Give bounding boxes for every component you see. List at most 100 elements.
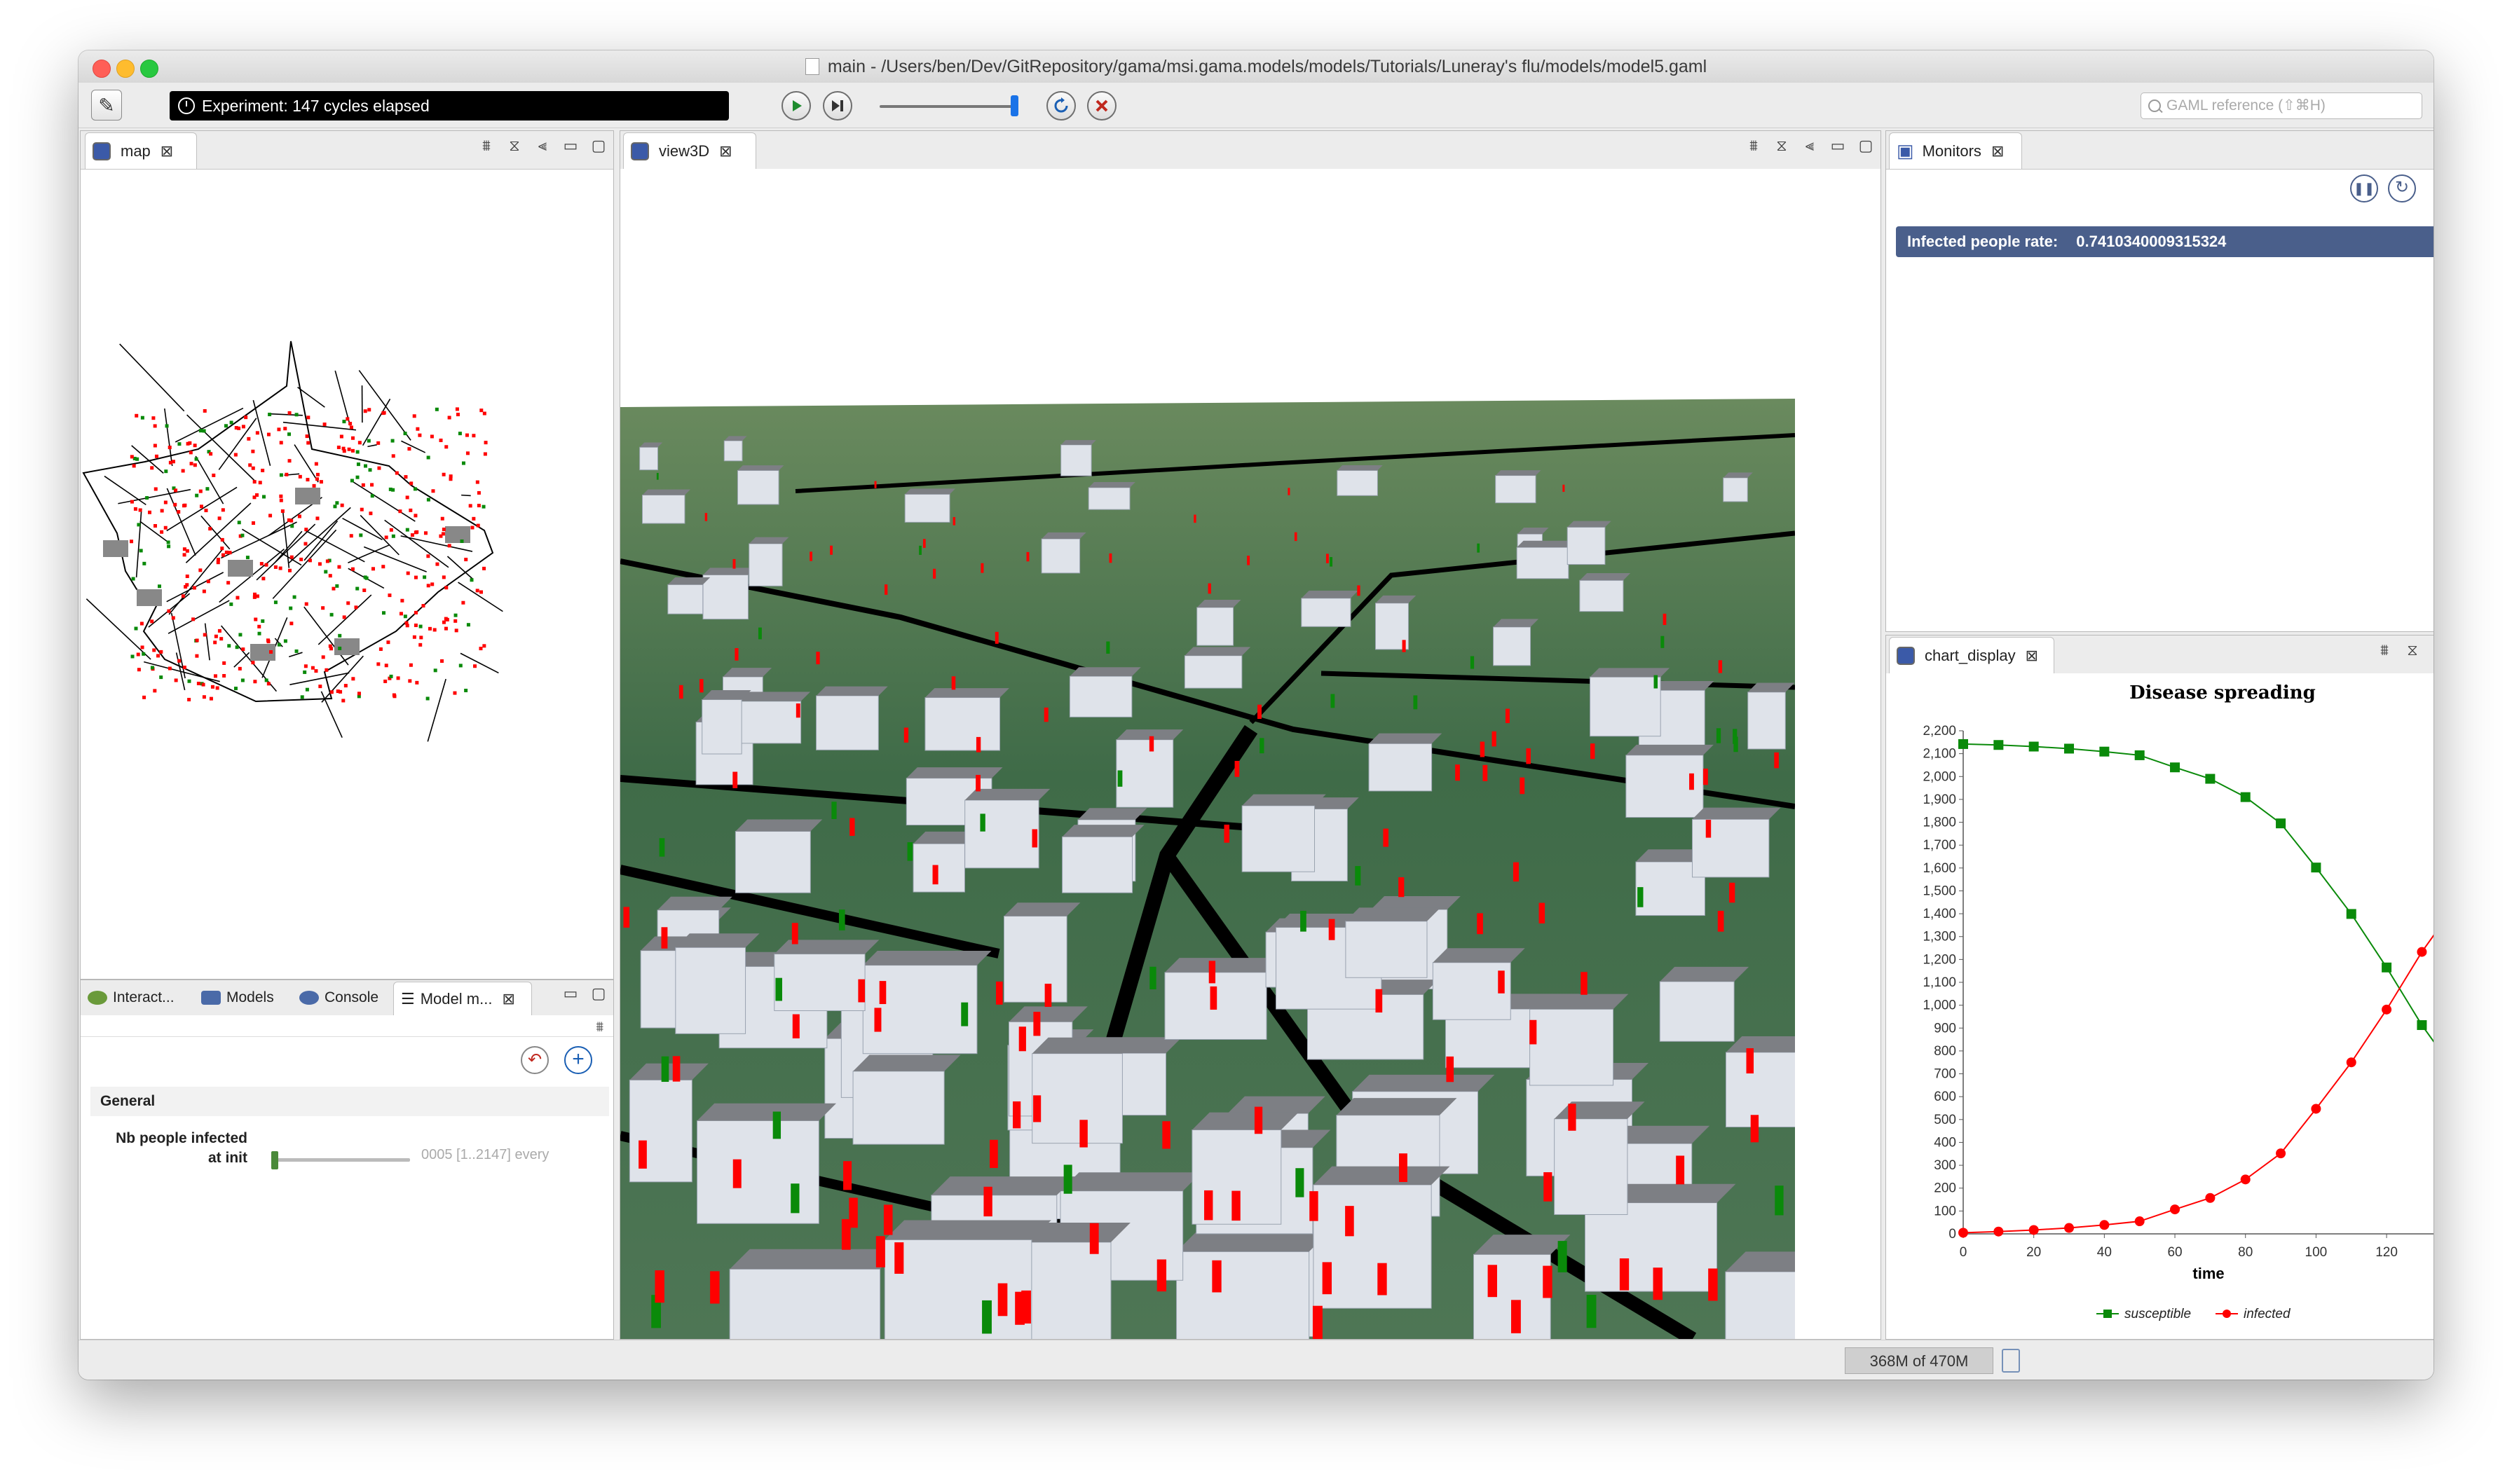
speed-slider-track[interactable]	[880, 105, 1017, 108]
3d-person	[1498, 970, 1505, 994]
data-point-susceptible	[2205, 774, 2216, 784]
chart-canvas[interactable]: Disease spreading 0 100 200 300 400 500 600 700 8…	[1886, 673, 2434, 1339]
close-tab-icon[interactable]: ⊠	[2026, 647, 2038, 665]
monitor-infected-rate[interactable]: Infected people rate: 0.7410340009315324…	[1896, 226, 2434, 257]
map-person	[189, 451, 193, 455]
minimize-icon[interactable]: ▭	[1830, 137, 1845, 155]
data-point-susceptible	[2382, 962, 2392, 973]
monitor-value: 0.7410340009315324	[2076, 233, 2227, 250]
layers-icon[interactable]: ⫷	[535, 137, 550, 155]
3d-person	[1330, 694, 1335, 708]
map-person	[278, 566, 282, 570]
layers-icon[interactable]: ⫷	[2433, 641, 2434, 659]
edit-perspective-button[interactable]: ✎	[91, 90, 122, 121]
monitors-panel: ▣ Monitors ⊠ ▭ ▢ ❚❚ ↻ 🖵 Infected people …	[1885, 130, 2434, 632]
3d-person	[1224, 824, 1230, 843]
3d-building	[1493, 626, 1531, 666]
close-tab-icon[interactable]: ⊠	[502, 990, 514, 1008]
step-button[interactable]	[823, 91, 852, 121]
sync-icon[interactable]: ⧖	[2405, 641, 2420, 659]
map-person	[279, 473, 283, 477]
maximize-icon[interactable]: ▢	[591, 984, 606, 1003]
map-person	[410, 533, 414, 537]
revert-button[interactable]: ↶	[521, 1046, 549, 1074]
tab-model-parameters[interactable]: ☰ Model m... ⊠	[393, 982, 532, 1015]
map-person	[208, 527, 212, 531]
3d-person	[1402, 640, 1406, 652]
view-menu-icon[interactable]: ⩩	[2377, 641, 2392, 659]
refresh-monitors-button[interactable]: ↻	[2388, 174, 2416, 202]
sync-icon[interactable]: ⧖	[507, 137, 522, 155]
3d-person	[922, 539, 926, 548]
map-person	[261, 619, 265, 623]
map-building	[103, 540, 128, 557]
view-menu-icon[interactable]: ⩩	[479, 137, 494, 155]
param-slider-handle[interactable]	[271, 1151, 278, 1169]
map-person	[421, 604, 425, 608]
3d-person	[995, 981, 1003, 1005]
map-person	[160, 509, 164, 513]
tab-console[interactable]: Console	[295, 982, 383, 1014]
close-tab-icon[interactable]: ⊠	[161, 142, 173, 160]
maximize-icon[interactable]: ▢	[591, 137, 606, 155]
3d-building-roof	[885, 1220, 1051, 1240]
map-person	[151, 416, 156, 420]
garbage-collect-icon[interactable]	[2002, 1349, 2020, 1373]
minimize-icon[interactable]: ▭	[563, 984, 578, 1003]
3d-person	[1117, 770, 1123, 787]
tab-map[interactable]: map ⊠	[85, 132, 197, 169]
3d-person	[1295, 1168, 1304, 1197]
tab-chart-display[interactable]: chart_display ⊠	[1889, 637, 2054, 673]
param-value[interactable]: 0005 [1..2147] every	[421, 1147, 549, 1163]
minimize-icon[interactable]: ▭	[563, 137, 578, 155]
layers-icon[interactable]: ⫷	[1802, 137, 1817, 155]
3d-building	[702, 574, 749, 620]
map-person	[174, 488, 178, 493]
3d-building-roof	[853, 1054, 961, 1071]
map-road	[460, 652, 499, 674]
map-canvas[interactable]	[81, 169, 613, 979]
view3d-panel: view3D ⊠ ⩩ ⧖ ⫷ ▭ ▢	[620, 130, 1881, 1340]
tab-models[interactable]: Models	[197, 982, 278, 1014]
map-person	[321, 655, 325, 659]
section-general[interactable]: General	[90, 1087, 609, 1116]
reload-button[interactable]	[1046, 91, 1076, 121]
folder-icon	[201, 991, 221, 1005]
run-button[interactable]	[781, 91, 811, 121]
map-person	[168, 460, 172, 465]
tab-interactive-console[interactable]: Interact...	[83, 982, 179, 1014]
tab-view3d[interactable]: view3D ⊠	[623, 132, 756, 169]
map-person	[418, 433, 422, 437]
map-person	[240, 678, 245, 682]
map-person	[389, 674, 393, 678]
3d-person	[1590, 743, 1595, 760]
pause-monitors-button[interactable]: ❚❚	[2350, 174, 2378, 202]
close-tab-icon[interactable]: ⊠	[719, 142, 732, 160]
memory-indicator[interactable]: 368M of 470M	[1845, 1347, 1993, 1374]
close-experiment-button[interactable]	[1087, 91, 1117, 121]
collapse-all-icon[interactable]: ⩩	[596, 1019, 603, 1036]
maximize-icon[interactable]: ▢	[1858, 137, 1873, 155]
map-person	[188, 441, 192, 445]
gaml-reference-search[interactable]: GAML reference (⇧⌘H)	[2141, 92, 2422, 119]
sync-icon[interactable]: ⧖	[1774, 137, 1789, 155]
3d-person	[976, 736, 981, 753]
map-person	[135, 413, 139, 418]
speed-slider-handle[interactable]	[1011, 95, 1018, 116]
map-person	[447, 544, 451, 548]
map-road	[272, 529, 337, 599]
3d-building-roof	[1660, 966, 1749, 982]
param-slider[interactable]	[271, 1158, 410, 1162]
map-person	[356, 462, 360, 467]
data-point-infected	[1993, 1226, 2004, 1237]
map-person	[455, 407, 459, 411]
map-person	[219, 637, 224, 641]
3d-person	[1708, 1268, 1718, 1301]
3d-view-canvas[interactable]	[620, 169, 1880, 1339]
view-menu-icon[interactable]: ⩩	[1746, 137, 1761, 155]
3d-person	[1513, 862, 1519, 882]
3d-person	[1733, 729, 1738, 744]
add-parameter-button[interactable]: +	[564, 1046, 592, 1074]
map-person	[153, 487, 158, 491]
map-person	[257, 631, 261, 635]
